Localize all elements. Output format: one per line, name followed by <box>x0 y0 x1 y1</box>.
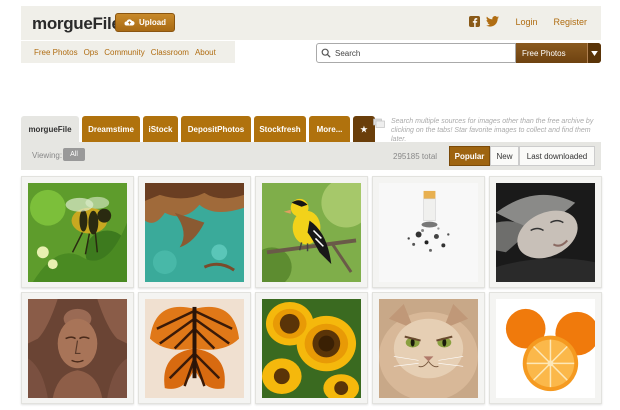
upload-button[interactable]: Upload <box>115 13 175 32</box>
photo-thumbnail[interactable] <box>255 292 368 404</box>
search-icon <box>321 48 331 58</box>
sleeping-woman-image <box>496 183 595 282</box>
sort-new-button[interactable]: New <box>490 146 519 166</box>
tab-morguefile[interactable]: morgueFile <box>21 116 79 142</box>
upload-label: Upload <box>138 18 167 27</box>
photo-thumbnail[interactable] <box>21 176 134 288</box>
site-header: morgueFile Upload Login Register <box>21 6 601 40</box>
search-box <box>316 43 516 63</box>
tab-stockfresh[interactable]: Stockfresh <box>254 116 306 142</box>
register-link[interactable]: Register <box>553 17 587 27</box>
photo-thumbnail[interactable] <box>372 292 485 404</box>
orange-halves-image <box>496 299 595 398</box>
photo-thumbnail[interactable] <box>138 292 251 404</box>
cloud-upload-icon <box>124 19 135 26</box>
photo-thumbnail[interactable] <box>489 292 602 404</box>
nav-item-classroom[interactable]: Classroom <box>151 48 189 57</box>
search-scope-select[interactable]: Free Photos <box>516 43 601 63</box>
persian-cat-image <box>379 299 478 398</box>
results-total: 295185 total <box>393 152 438 161</box>
bee-photo-image <box>28 183 127 282</box>
tab-more[interactable]: More... <box>309 116 350 142</box>
info-icon <box>373 118 385 128</box>
tab-dreamstime[interactable]: Dreamstime <box>82 116 140 142</box>
tab-favorites[interactable]: ★ <box>353 116 375 142</box>
photo-thumbnail[interactable] <box>21 292 134 404</box>
tab-depositphotos[interactable]: DepositPhotos <box>181 116 251 142</box>
photo-thumbnail[interactable] <box>138 176 251 288</box>
rust-texture-image <box>145 183 244 282</box>
results-toolbar: Viewing: All 295185 total Popular New La… <box>21 142 601 170</box>
goldfinch-photo-image <box>262 183 361 282</box>
butterfly-wings-image <box>145 299 244 398</box>
tab-istock[interactable]: iStock <box>143 116 178 142</box>
main-nav: Free Photos Ops Community Classroom Abou… <box>21 41 235 63</box>
facebook-icon[interactable] <box>469 16 481 27</box>
search-scope-value: Free Photos <box>522 48 566 58</box>
source-tabs: morgueFile Dreamstime iStock DepositPhot… <box>21 116 375 142</box>
header-actions: Login Register <box>469 16 587 27</box>
photo-thumbnail[interactable] <box>489 176 602 288</box>
cigarette-ash-image <box>379 183 478 282</box>
sunflowers-image <box>262 299 361 398</box>
star-icon: ★ <box>360 124 368 134</box>
tabs-hint-text: Search multiple sources for images other… <box>391 118 594 142</box>
nav-item-ops[interactable]: Ops <box>84 48 99 57</box>
site-logo[interactable]: morgueFile <box>32 14 121 34</box>
viewing-filter-badge[interactable]: All <box>63 148 85 161</box>
sort-popular-button[interactable]: Popular <box>449 146 490 166</box>
photo-thumbnail[interactable] <box>372 176 485 288</box>
sort-last-downloaded-button[interactable]: Last downloaded <box>519 146 595 166</box>
nav-item-free-photos[interactable]: Free Photos <box>34 48 78 57</box>
photo-thumbnail[interactable] <box>255 176 368 288</box>
chevron-down-icon <box>587 43 601 63</box>
viewing-label: Viewing: <box>32 151 63 160</box>
twitter-icon[interactable] <box>486 16 500 27</box>
search-input[interactable] <box>335 48 505 58</box>
login-link[interactable]: Login <box>515 17 537 27</box>
nav-item-community[interactable]: Community <box>104 48 144 57</box>
buddha-carving-image <box>28 299 127 398</box>
nav-item-about[interactable]: About <box>195 48 216 57</box>
